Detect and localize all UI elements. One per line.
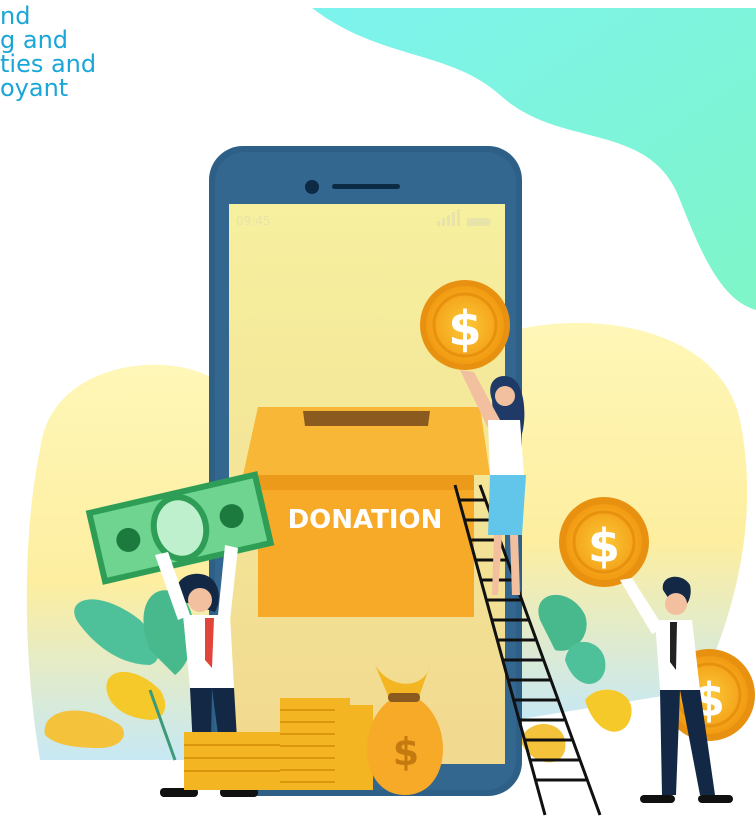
phone-camera <box>305 180 319 194</box>
coin-right: $ <box>559 497 649 587</box>
phone-time: 09:45 <box>236 214 271 228</box>
battery-icon <box>467 218 491 226</box>
svg-text:$: $ <box>448 301 481 357</box>
svg-text:$: $ <box>393 730 419 774</box>
coin-top: $ <box>420 280 510 370</box>
coin-stack-short <box>184 732 280 790</box>
donation-illustration: nd g and ties and oyant 09:45 DONATION $… <box>0 0 756 818</box>
donation-box: DONATION <box>243 407 490 617</box>
coin-stack-tall <box>280 698 373 790</box>
donation-label: DONATION <box>288 505 443 535</box>
phone-speaker <box>332 184 400 189</box>
illustration-canvas: 09:45 DONATION $ $ $ $ <box>26 8 756 816</box>
svg-text:$: $ <box>588 519 620 573</box>
